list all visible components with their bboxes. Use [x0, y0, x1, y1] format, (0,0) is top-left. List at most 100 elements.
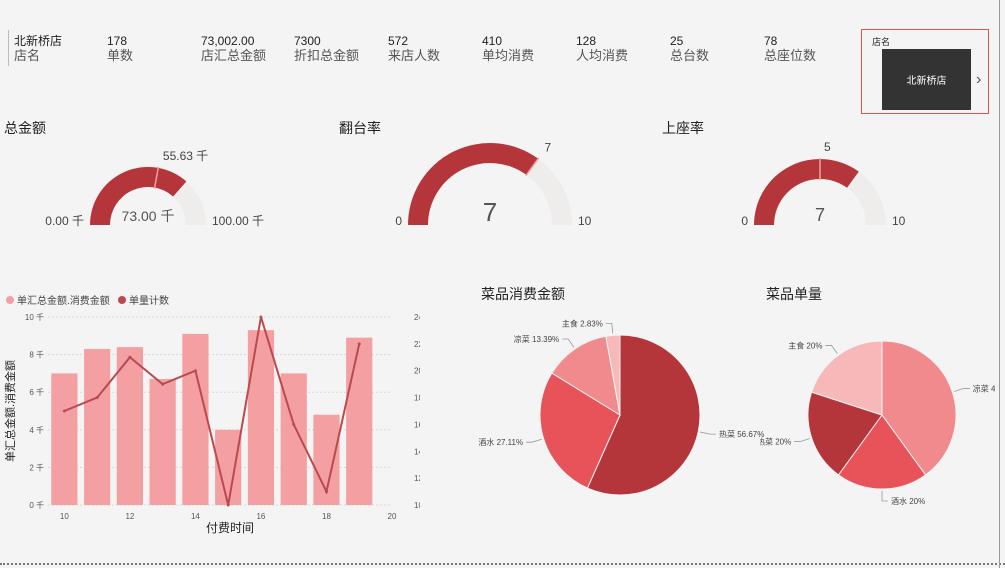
- kpi-discount-total: 7300 折扣总金额: [294, 34, 359, 64]
- legend-label: 单量计数: [129, 294, 169, 307]
- right-edge-border: [999, 0, 1000, 568]
- kpi-value: 7300: [294, 34, 321, 48]
- gauge-occupancy-rate: 7 5 0 10: [741, 140, 906, 228]
- pie-title-dish-amount: 菜品消费金额: [481, 286, 565, 302]
- bar: [51, 373, 78, 505]
- kpi-label: 总座位数: [764, 48, 817, 63]
- y-left-tick-label: 4 千: [29, 425, 44, 435]
- combo-chart-hourly-sales: 单汇总金额.消费金额 单量计数 0 千 2 千 4 千 6 千 8 千 10 千 10 12 14 1…: [3, 294, 420, 535]
- bar: [149, 379, 176, 505]
- gauge-min-label: 0.00 千: [45, 214, 84, 228]
- kpi-label: 单均消费: [482, 48, 535, 63]
- kpi-store-total: 73,002.00 店汇总金额: [201, 34, 266, 64]
- gauge-total-amount: 73.00 千 55.63 千 0.00 千 100.00 千: [45, 149, 264, 228]
- gauge-value-label: 7: [483, 197, 497, 227]
- y-right-tick-label: 16: [414, 420, 420, 429]
- y-left-tick-label: 6 千: [29, 387, 44, 397]
- gauge-value-label: 7: [815, 205, 825, 225]
- gauge-value-label: 73.00 千: [122, 208, 175, 224]
- kpi-value: 572: [388, 34, 409, 48]
- line-point: [324, 490, 328, 494]
- y-left-tick-label: 10 千: [25, 312, 44, 322]
- pie-data-label: 热菜 20%: [760, 437, 791, 447]
- y-right-tick-label: 22: [414, 340, 420, 349]
- kpi-avg-per-person: 128 人均消费: [576, 34, 628, 64]
- pie-leader-line: [605, 322, 614, 334]
- slicer-caption: 店名: [872, 37, 891, 47]
- pie-leader-line: [881, 491, 888, 502]
- slicer-tile-selected[interactable]: 北新桥店: [882, 49, 971, 110]
- kpi-seat-count: 78 总座位数: [764, 34, 816, 64]
- gauge-max-label: 100.00 千: [212, 214, 264, 228]
- kpi-label: 来店人数: [388, 48, 441, 63]
- bar: [247, 330, 275, 505]
- pie-title-dish-count: 菜品单量: [766, 286, 822, 302]
- bar: [116, 347, 144, 505]
- kpi-value: 78: [764, 34, 778, 48]
- pie-data-label: 主食 2.83%: [562, 318, 603, 328]
- x-axis-title: 付费时间: [206, 521, 254, 535]
- y-right-tick-label: 24: [414, 313, 420, 322]
- pie-leader-line: [526, 438, 542, 443]
- pie-data-label: 主食 20%: [788, 340, 822, 350]
- kpi-strip-divider: [8, 30, 9, 66]
- gauge-max-label: 10: [578, 214, 592, 228]
- x-tick-label: 16: [256, 512, 265, 521]
- legend-marker: [6, 296, 14, 304]
- pie-leader-line: [794, 438, 810, 442]
- chevron-right-icon[interactable]: ›: [976, 71, 981, 89]
- line-point: [292, 422, 296, 426]
- pie-leader-line: [700, 431, 716, 435]
- y-left-tick-label: 0 千: [29, 500, 44, 510]
- kpi-label: 总台数: [670, 48, 710, 63]
- y-right-tick-label: 18: [414, 394, 420, 403]
- gauge-value-arc: [754, 159, 859, 225]
- kpi-label: 店汇总金额: [201, 48, 267, 63]
- bar: [84, 348, 111, 505]
- line-point: [259, 315, 263, 319]
- kpi-store-name: 北新桥店 店名: [14, 34, 62, 64]
- kpi-visitors: 572 来店人数: [388, 34, 440, 64]
- kpi-value: 北新桥店: [14, 34, 63, 48]
- x-tick-label: 10: [60, 512, 69, 521]
- pie-chart-dish-count: 凉菜 40% 酒水 20% 热菜 20% 主食 20%: [760, 340, 995, 506]
- store-slicer[interactable]: 店名 北新桥店 ›: [861, 29, 989, 114]
- y-left-tick-label: 8 千: [29, 350, 44, 360]
- pie-data-label: 酒水 20%: [891, 496, 925, 506]
- line-point: [161, 382, 165, 386]
- bar: [182, 333, 209, 505]
- kpi-label: 人均消费: [576, 48, 629, 63]
- gauge-target-label: 55.63 千: [163, 149, 208, 163]
- kpi-avg-per-order: 410 单均消费: [482, 34, 534, 64]
- kpi-label: 店名: [14, 48, 41, 63]
- pie-data-label: 酒水 27.11%: [478, 437, 523, 447]
- gauge-min-label: 0: [741, 214, 748, 228]
- line-point: [357, 342, 361, 346]
- kpi-value: 178: [107, 34, 128, 48]
- gauge-target-label: 7: [545, 140, 552, 154]
- kpi-value: 410: [482, 34, 503, 48]
- line-point: [193, 369, 197, 373]
- gauge-max-label: 10: [892, 214, 906, 228]
- y-right-tick-label: 12: [414, 474, 420, 483]
- x-tick-label: 20: [388, 512, 397, 521]
- x-tick-label: 14: [191, 512, 200, 521]
- legend-marker: [118, 296, 126, 304]
- line-point: [62, 409, 66, 413]
- pie-chart-dish-amount: 热菜 56.67% 酒水 27.11% 凉菜 13.39%主食 2.83%: [478, 318, 764, 496]
- kpi-value: 25: [670, 34, 684, 48]
- line-point: [226, 503, 230, 507]
- x-tick-label: 12: [125, 512, 134, 521]
- kpi-label: 单数: [107, 48, 134, 63]
- y-left-tick-label: 2 千: [29, 462, 44, 472]
- y-right-tick-label: 20: [414, 367, 420, 376]
- bottom-dotted-border: [0, 563, 1005, 565]
- pie-leader-line: [825, 345, 838, 354]
- legend-label: 单汇总金额.消费金额: [17, 294, 110, 307]
- kpi-label: 折扣总金额: [294, 48, 360, 63]
- pie-data-label: 热菜 56.67%: [719, 429, 764, 439]
- pie-leader-line: [954, 388, 970, 392]
- gauge-min-label: 0: [395, 214, 402, 228]
- kpi-value: 128: [576, 34, 597, 48]
- pie-leader-line: [562, 338, 575, 348]
